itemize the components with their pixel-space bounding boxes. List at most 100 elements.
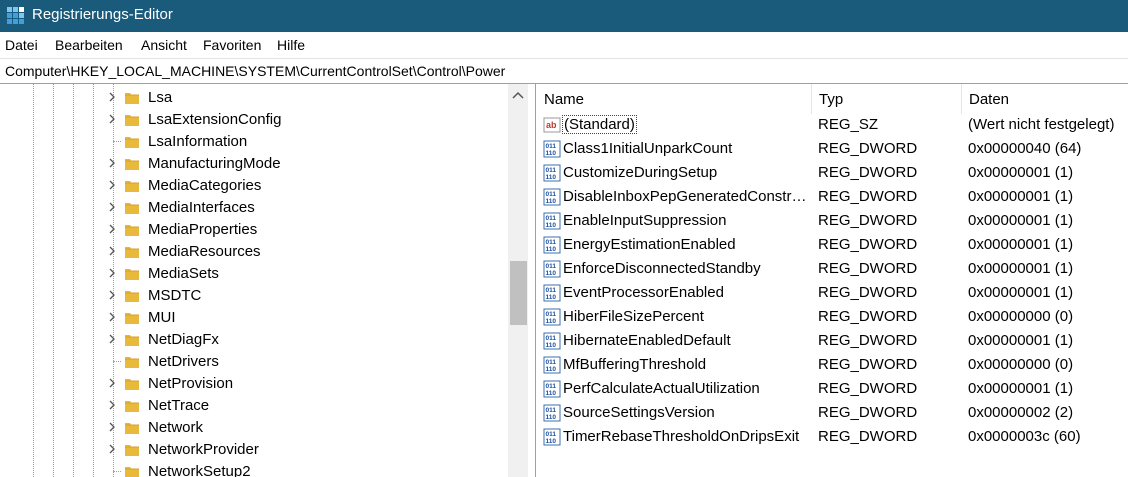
value-data: 0x0000003c (60) xyxy=(968,428,1081,445)
tree-item-label: MediaSets xyxy=(148,265,219,282)
binary-value-icon: 011110 xyxy=(543,428,561,446)
pane-splitter[interactable] xyxy=(528,84,536,477)
svg-text:011: 011 xyxy=(546,359,557,366)
svg-text:110: 110 xyxy=(546,318,557,325)
value-name: DisableInboxPepGeneratedConstrai... xyxy=(563,188,807,205)
chevron-right-icon[interactable] xyxy=(107,442,117,456)
menu-hilfe[interactable]: Hilfe xyxy=(277,37,305,53)
chevron-right-icon[interactable] xyxy=(107,420,117,434)
value-row[interactable]: 011 110 PerfCalculateActualUtilization REG_… xyxy=(536,377,1128,401)
value-row[interactable]: 011 110 TimerRebaseThresholdOnDripsExit REG… xyxy=(536,425,1128,449)
svg-text:011: 011 xyxy=(546,143,557,150)
value-data: 0x00000001 (1) xyxy=(968,212,1074,229)
value-row[interactable]: 011 110 EnableInputSuppression REG_DWORD 0x0… xyxy=(536,209,1128,233)
values-list[interactable]: Name Typ Daten ab (Standard) REG_SZ (Wert n… xyxy=(536,84,1128,477)
svg-text:110: 110 xyxy=(546,270,557,277)
chevron-right-icon[interactable] xyxy=(107,244,117,258)
value-row[interactable]: 011 110 EnforceDisconnectedStandby REG_DWOR… xyxy=(536,257,1128,281)
folder-icon xyxy=(125,445,139,456)
menu-datei[interactable]: Datei xyxy=(5,37,38,53)
tree-item-label: MUI xyxy=(148,309,176,326)
value-row[interactable]: ab (Standard) REG_SZ (Wert nicht festgelegt… xyxy=(536,113,1128,137)
chevron-right-icon[interactable] xyxy=(107,178,117,192)
svg-text:011: 011 xyxy=(546,215,557,222)
column-header-type[interactable]: Typ xyxy=(811,89,961,111)
tree-item[interactable]: Network xyxy=(0,417,508,439)
tree-item[interactable]: MediaProperties xyxy=(0,219,508,241)
tree-item-label: NetworkProvider xyxy=(148,441,259,458)
tree-item[interactable]: NetProvision xyxy=(0,373,508,395)
svg-text:011: 011 xyxy=(546,191,557,198)
value-data: 0x00000002 (2) xyxy=(968,404,1074,421)
tree-item[interactable]: MediaResources xyxy=(0,241,508,263)
tree-item[interactable]: ManufacturingMode xyxy=(0,153,508,175)
folder-icon xyxy=(125,159,139,170)
value-row[interactable]: 011 110 DisableInboxPepGeneratedConstrai..… xyxy=(536,185,1128,209)
tree-connector xyxy=(113,471,121,472)
value-type: REG_SZ xyxy=(818,116,879,133)
tree-item[interactable]: NetTrace xyxy=(0,395,508,417)
chevron-right-icon[interactable] xyxy=(107,310,117,324)
tree-item[interactable]: NetworkSetup2 xyxy=(0,461,508,477)
value-row[interactable]: 011 110 MfBufferingThreshold REG_DWORD 0x000… xyxy=(536,353,1128,377)
svg-text:110: 110 xyxy=(546,438,557,445)
menu-bearbeiten[interactable]: Bearbeiten xyxy=(55,37,123,53)
chevron-right-icon[interactable] xyxy=(107,222,117,236)
chevron-right-icon[interactable] xyxy=(107,288,117,302)
tree-item[interactable]: MUI xyxy=(0,307,508,329)
column-header-name[interactable]: Name xyxy=(536,89,811,111)
value-name: EnergyEstimationEnabled xyxy=(563,236,736,253)
scroll-thumb[interactable] xyxy=(510,261,527,325)
value-row[interactable]: 011 110 HibernateEnabledDefault REG_DWORD 0x… xyxy=(536,329,1128,353)
value-row[interactable]: 011 110 SourceSettingsVersion REG_DWORD 0x00… xyxy=(536,401,1128,425)
tree-item[interactable]: NetworkProvider xyxy=(0,439,508,461)
menu-favoriten[interactable]: Favoriten xyxy=(203,37,261,53)
tree-item[interactable]: NetDiagFx xyxy=(0,329,508,351)
tree-item[interactable]: MediaCategories xyxy=(0,175,508,197)
value-name: EnforceDisconnectedStandby xyxy=(563,260,761,277)
folder-icon xyxy=(125,137,139,148)
svg-text:011: 011 xyxy=(546,407,557,414)
value-name: MfBufferingThreshold xyxy=(563,356,707,373)
tree-item-label: ManufacturingMode xyxy=(148,155,281,172)
value-row[interactable]: 011 110 EventProcessorEnabled REG_DWORD 0x00… xyxy=(536,281,1128,305)
value-name: EventProcessorEnabled xyxy=(563,284,724,301)
value-data: 0x00000001 (1) xyxy=(968,164,1074,181)
column-header-data[interactable]: Daten xyxy=(961,89,1128,111)
chevron-right-icon[interactable] xyxy=(107,332,117,346)
tree-item[interactable]: MediaSets xyxy=(0,263,508,285)
svg-text:110: 110 xyxy=(546,150,557,157)
chevron-right-icon[interactable] xyxy=(107,266,117,280)
chevron-right-icon[interactable] xyxy=(107,90,117,104)
svg-text:011: 011 xyxy=(546,311,557,318)
tree-scrollbar[interactable] xyxy=(508,84,528,477)
value-row[interactable]: 011 110 EnergyEstimationEnabled REG_DWORD 0x… xyxy=(536,233,1128,257)
tree-item[interactable]: NetDrivers xyxy=(0,351,508,373)
address-path[interactable]: Computer\HKEY_LOCAL_MACHINE\SYSTEM\Curre… xyxy=(5,63,505,79)
tree-item[interactable]: MSDTC xyxy=(0,285,508,307)
tree-item[interactable]: LsaInformation xyxy=(0,131,508,153)
value-row[interactable]: 011 110 HiberFileSizePercent REG_DWORD 0x000… xyxy=(536,305,1128,329)
tree-item[interactable]: LsaExtensionConfig xyxy=(0,109,508,131)
binary-value-icon: 011110 xyxy=(543,188,561,206)
tree-item[interactable]: Lsa xyxy=(0,87,508,109)
chevron-right-icon[interactable] xyxy=(107,398,117,412)
folder-icon xyxy=(125,269,139,280)
folder-icon xyxy=(125,115,139,126)
title-bar[interactable]: Registrierungs-Editor xyxy=(0,0,1128,32)
key-tree[interactable]: Lsa LsaExtensionConfig LsaInformation Manuf… xyxy=(0,84,528,477)
chevron-right-icon[interactable] xyxy=(107,376,117,390)
chevron-right-icon[interactable] xyxy=(107,112,117,126)
menu-ansicht[interactable]: Ansicht xyxy=(141,37,187,53)
value-name: HiberFileSizePercent xyxy=(563,308,704,325)
chevron-right-icon[interactable] xyxy=(107,156,117,170)
folder-icon xyxy=(125,247,139,258)
scroll-up-arrow-icon[interactable] xyxy=(508,84,528,108)
value-row[interactable]: 011 110 CustomizeDuringSetup REG_DWORD 0x000… xyxy=(536,161,1128,185)
chevron-right-icon[interactable] xyxy=(107,200,117,214)
svg-text:ab: ab xyxy=(546,120,557,130)
tree-item[interactable]: MediaInterfaces xyxy=(0,197,508,219)
address-bar[interactable]: Computer\HKEY_LOCAL_MACHINE\SYSTEM\Curre… xyxy=(0,58,1128,84)
value-row[interactable]: 011 110 Class1InitialUnparkCount REG_DWORD 0… xyxy=(536,137,1128,161)
svg-text:110: 110 xyxy=(546,246,557,253)
